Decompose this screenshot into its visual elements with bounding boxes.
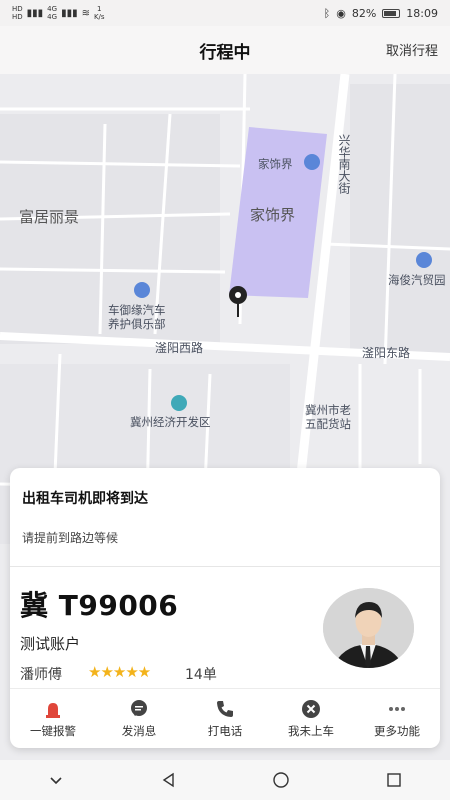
cancel-trip-button[interactable]: 取消行程 <box>386 40 438 59</box>
map-label-fuyang-east: 滏阳东路 <box>362 346 411 360</box>
license-plate: 冀 T99006 <box>20 589 179 622</box>
net-speed: 1 K/s <box>94 5 105 21</box>
more-button[interactable]: 更多功能 <box>354 689 440 748</box>
system-nav-bar <box>0 760 450 800</box>
status-right: ᛒ ◉ 82% 18:09 <box>324 7 438 20</box>
more-label: 更多功能 <box>374 723 420 738</box>
map-label-fuyang-west: 滏阳西路 <box>155 341 204 355</box>
notice-title: 出租车司机即将到达 <box>22 491 148 507</box>
recents-icon[interactable] <box>382 768 406 792</box>
rating-stars: ★★★★★ <box>88 663 151 681</box>
map-label-xinghua-road: 兴华南大街 <box>337 134 351 194</box>
sig-4g-2: 4G <box>47 13 58 21</box>
driver-name: 潘师傅 <box>20 667 62 683</box>
trip-info-card: 出租车司机即将到达 请提前到路边等候 冀 T99006 测试账户 潘师傅 ★★★… <box>10 468 440 748</box>
not-boarded-label: 我未上车 <box>288 723 334 738</box>
message-icon <box>129 699 149 719</box>
message-label: 发消息 <box>121 723 157 738</box>
car-dealer-poi-icon[interactable] <box>416 252 432 268</box>
account-name: 测试账户 <box>20 635 81 653</box>
net-speed-value: 1 <box>97 5 102 13</box>
hd-indicator-1: HD <box>12 5 23 13</box>
back-icon[interactable] <box>157 768 181 792</box>
status-left: HD HD ▮▮▮ 4G 4G ▮▮▮ ≋ 1 K/s <box>12 5 105 21</box>
car-club-poi-icon[interactable] <box>134 282 150 298</box>
battery-percent: 82% <box>351 6 377 20</box>
close-circle-icon <box>301 699 321 719</box>
net-speed-unit: K/s <box>93 13 105 21</box>
sig-4g-1: 4G <box>47 5 58 13</box>
shop-poi-icon[interactable] <box>304 154 320 170</box>
driver-avatar[interactable] <box>323 588 414 668</box>
alarm-label: 一键报警 <box>30 723 76 738</box>
location-icon: ◉ <box>336 6 346 20</box>
wifi-icon: ≋ <box>81 7 90 19</box>
order-count: 14单 <box>185 667 217 683</box>
notice-subtitle: 请提前到路边等候 <box>22 531 119 545</box>
action-bar: 一键报警 发消息 打电话 我未上车 更多功能 <box>10 688 440 748</box>
mobile-data-indicators: 4G 4G <box>47 5 57 21</box>
map-label-haijun: 海俊汽贸园 <box>388 273 446 287</box>
map-label-jiashijie-area: 家饰界 <box>250 206 296 224</box>
not-boarded-button[interactable]: 我未上车 <box>268 689 354 748</box>
status-bar: HD HD ▮▮▮ 4G 4G ▮▮▮ ≋ 1 K/s ᛒ ◉ 82% 18:0… <box>0 0 450 26</box>
network-indicators: HD HD <box>12 5 23 21</box>
signal-icon: ▮▮▮ <box>26 7 44 19</box>
battery-icon <box>382 8 401 18</box>
call-button[interactable]: 打电话 <box>182 689 268 748</box>
map-label-jiashijie-poi: 家饰界 <box>258 157 293 171</box>
chevron-down-icon[interactable] <box>44 768 68 792</box>
dev-zone-poi-icon[interactable] <box>171 395 187 411</box>
map-label-jizhou-old-2: 五配货站 <box>305 417 351 431</box>
alarm-button[interactable]: 一键报警 <box>10 689 96 748</box>
map-label-jizhou-dev: 冀州经济开发区 <box>130 415 211 429</box>
call-label: 打电话 <box>207 723 243 738</box>
phone-icon <box>215 699 235 719</box>
card-divider <box>10 566 440 567</box>
home-icon[interactable] <box>269 768 293 792</box>
signal-icon-2: ▮▮▮ <box>61 7 78 19</box>
app-header: 行程中 取消行程 <box>0 26 450 74</box>
map-label-fujuliying: 富居丽景 <box>19 208 80 226</box>
map-label-cheyuyuan-2: 养护俱乐部 <box>108 317 166 331</box>
message-button[interactable]: 发消息 <box>96 689 182 748</box>
bluetooth-icon: ᛒ <box>323 6 331 20</box>
alarm-icon <box>43 699 63 719</box>
hd-indicator-2: HD <box>12 13 23 21</box>
page-title: 行程中 <box>199 43 251 63</box>
clock: 18:09 <box>406 6 438 20</box>
more-icon <box>387 699 407 719</box>
